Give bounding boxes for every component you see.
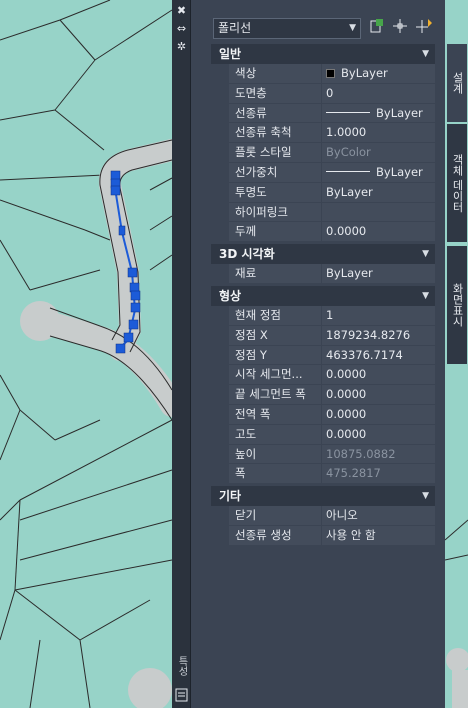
prop-current-vertex[interactable]: 현재 정점 1 [211,305,435,326]
palette-tabs: 설계 객체 데이터 화면표시 [445,0,468,708]
prop-label: 색상 [229,64,322,84]
prop-linetype[interactable]: 선종류 ByLayer [211,103,435,124]
prop-linetype-scale[interactable]: 선종류 축척 1.0000 [211,123,435,144]
prop-label: 플롯 스타일 [229,143,322,163]
prop-start-segment-width[interactable]: 시작 세그먼... 0.0000 [211,365,435,386]
prop-value[interactable] [322,202,435,223]
prop-label: 정점 X [229,325,322,346]
section-misc-title: 기타 [219,489,242,504]
section-geometry-title: 형상 [219,288,242,303]
section-general-title: 일반 [219,47,242,61]
prop-value[interactable]: ByLayer [322,103,435,124]
prop-value: 475.2817 [322,464,435,485]
prop-label: 전역 폭 [229,404,322,425]
prop-layer[interactable]: 도면층 0 [211,83,435,104]
settings-icon[interactable]: ✲ [174,40,189,54]
prop-value-text: ByLayer [376,164,423,179]
prop-linetype-generation[interactable]: 선종류 생성 사용 안 함 [211,525,435,546]
prop-closed[interactable]: 닫기 아니오 [211,506,435,526]
lineweight-sample-icon [326,170,370,172]
prop-value[interactable]: 0.0000 [322,365,435,386]
prop-label: 현재 정점 [229,305,322,326]
object-type-value: 폴리선 [218,21,252,35]
prop-value[interactable]: 463376.7174 [322,345,435,366]
prop-material[interactable]: 재료 ByLayer [211,264,435,284]
palette-title: 특성 [176,656,187,676]
prop-transparency[interactable]: 투명도 ByLayer [211,182,435,203]
prop-label: 닫기 [229,506,322,526]
prop-value[interactable]: 1879234.8276 [322,325,435,346]
prop-value[interactable]: ByLayer [322,264,435,284]
chevron-down-icon: ▼ [349,23,356,33]
prop-value[interactable]: 아니오 [322,506,435,526]
prop-label: 선종류 생성 [229,525,322,546]
prop-label: 두께 [229,222,322,243]
quick-select-icon[interactable] [415,18,435,38]
prop-label: 재료 [229,264,322,284]
prop-value[interactable]: ByLayer [322,182,435,203]
prop-lineweight[interactable]: 선가중치 ByLayer [211,162,435,183]
collapse-arrow-icon[interactable]: ▼ [422,486,429,506]
section-3d-visualization[interactable]: 3D 시각화 ▼ [211,244,435,265]
collapse-arrow-icon[interactable]: ▼ [422,244,429,264]
prop-label: 시작 세그먼... [229,365,322,386]
prop-height[interactable]: 높이 10875.0882 [211,444,435,465]
property-grid: 일반 ▼ 색상 ByLayer 도면층 0 선종류 ByLayer 선종류 축척 1.00… [211,42,435,546]
section-general[interactable]: 일반 ▼ [211,44,435,64]
autohide-icon[interactable]: ⇔ [174,22,189,36]
prop-global-width[interactable]: 전역 폭 0.0000 [211,404,435,425]
prop-hyperlink[interactable]: 하이퍼링크 [211,202,435,223]
prop-value-text: ByLayer [341,66,388,80]
prop-label: 투명도 [229,182,322,203]
prop-vertex-y[interactable]: 정점 Y 463376.7174 [211,345,435,366]
section-misc[interactable]: 기타 ▼ [211,486,435,507]
select-objects-icon[interactable] [390,18,410,38]
prop-value[interactable]: 0.0000 [322,404,435,425]
section-geometry[interactable]: 형상 ▼ [211,285,435,306]
prop-elevation[interactable]: 고도 0.0000 [211,424,435,445]
prop-value[interactable]: 0.0000 [322,222,435,243]
tab-design[interactable]: 설계 [447,44,467,122]
prop-width[interactable]: 폭 475.2817 [211,464,435,485]
collapse-arrow-icon[interactable]: ▼ [422,286,429,306]
prop-label: 높이 [229,444,322,465]
prop-label: 고도 [229,424,322,445]
close-icon[interactable]: ✖ [174,4,189,18]
prop-label: 폭 [229,464,322,485]
tab-display[interactable]: 화면표시 [447,246,467,364]
properties-palette: 폴리선 ▼ 일반 ▼ 색상 ByLayer 도면층 0 선종류 ByLayer 선종류 … [191,0,445,708]
prop-value[interactable]: 0.0000 [322,385,435,405]
prop-value[interactable]: 사용 안 함 [322,525,435,546]
prop-color[interactable]: 색상 ByLayer [211,64,435,84]
color-swatch-icon [326,69,335,78]
section-3d-title: 3D 시각화 [219,247,275,262]
prop-end-segment-width[interactable]: 끝 세그먼트 폭 0.0000 [211,385,435,405]
palette-title-strip: ✖ ⇔ ✲ 특성 [172,0,191,708]
prop-value[interactable]: 0 [322,83,435,104]
prop-value[interactable]: ByLayer [322,162,435,183]
object-type-select[interactable]: 폴리선 ▼ [213,18,361,39]
prop-label: 선가중치 [229,162,322,183]
prop-vertex-x[interactable]: 정점 X 1879234.8276 [211,325,435,346]
prop-thickness[interactable]: 두께 0.0000 [211,222,435,243]
collapse-arrow-icon[interactable]: ▼ [422,44,429,64]
prop-value[interactable]: ByLayer [322,64,435,84]
properties-icon [175,688,188,702]
prop-label: 선종류 축척 [229,123,322,144]
prop-label: 선종류 [229,103,322,124]
prop-label: 끝 세그먼트 폭 [229,385,322,405]
prop-value: 10875.0882 [322,444,435,465]
prop-value: ByColor [322,143,435,163]
toggle-pickadd-icon[interactable] [367,18,387,38]
prop-value[interactable]: 1.0000 [322,123,435,144]
prop-plot-style[interactable]: 플롯 스타일 ByColor [211,143,435,163]
tab-object-data[interactable]: 객체 데이터 [447,124,467,242]
prop-value[interactable]: 1 [322,305,435,326]
prop-label: 하이퍼링크 [229,202,322,223]
prop-value[interactable]: 0.0000 [322,424,435,445]
prop-label: 정점 Y [229,345,322,366]
prop-value-text: ByLayer [376,105,423,120]
linetype-sample-icon [326,111,370,113]
prop-label: 도면층 [229,83,322,104]
